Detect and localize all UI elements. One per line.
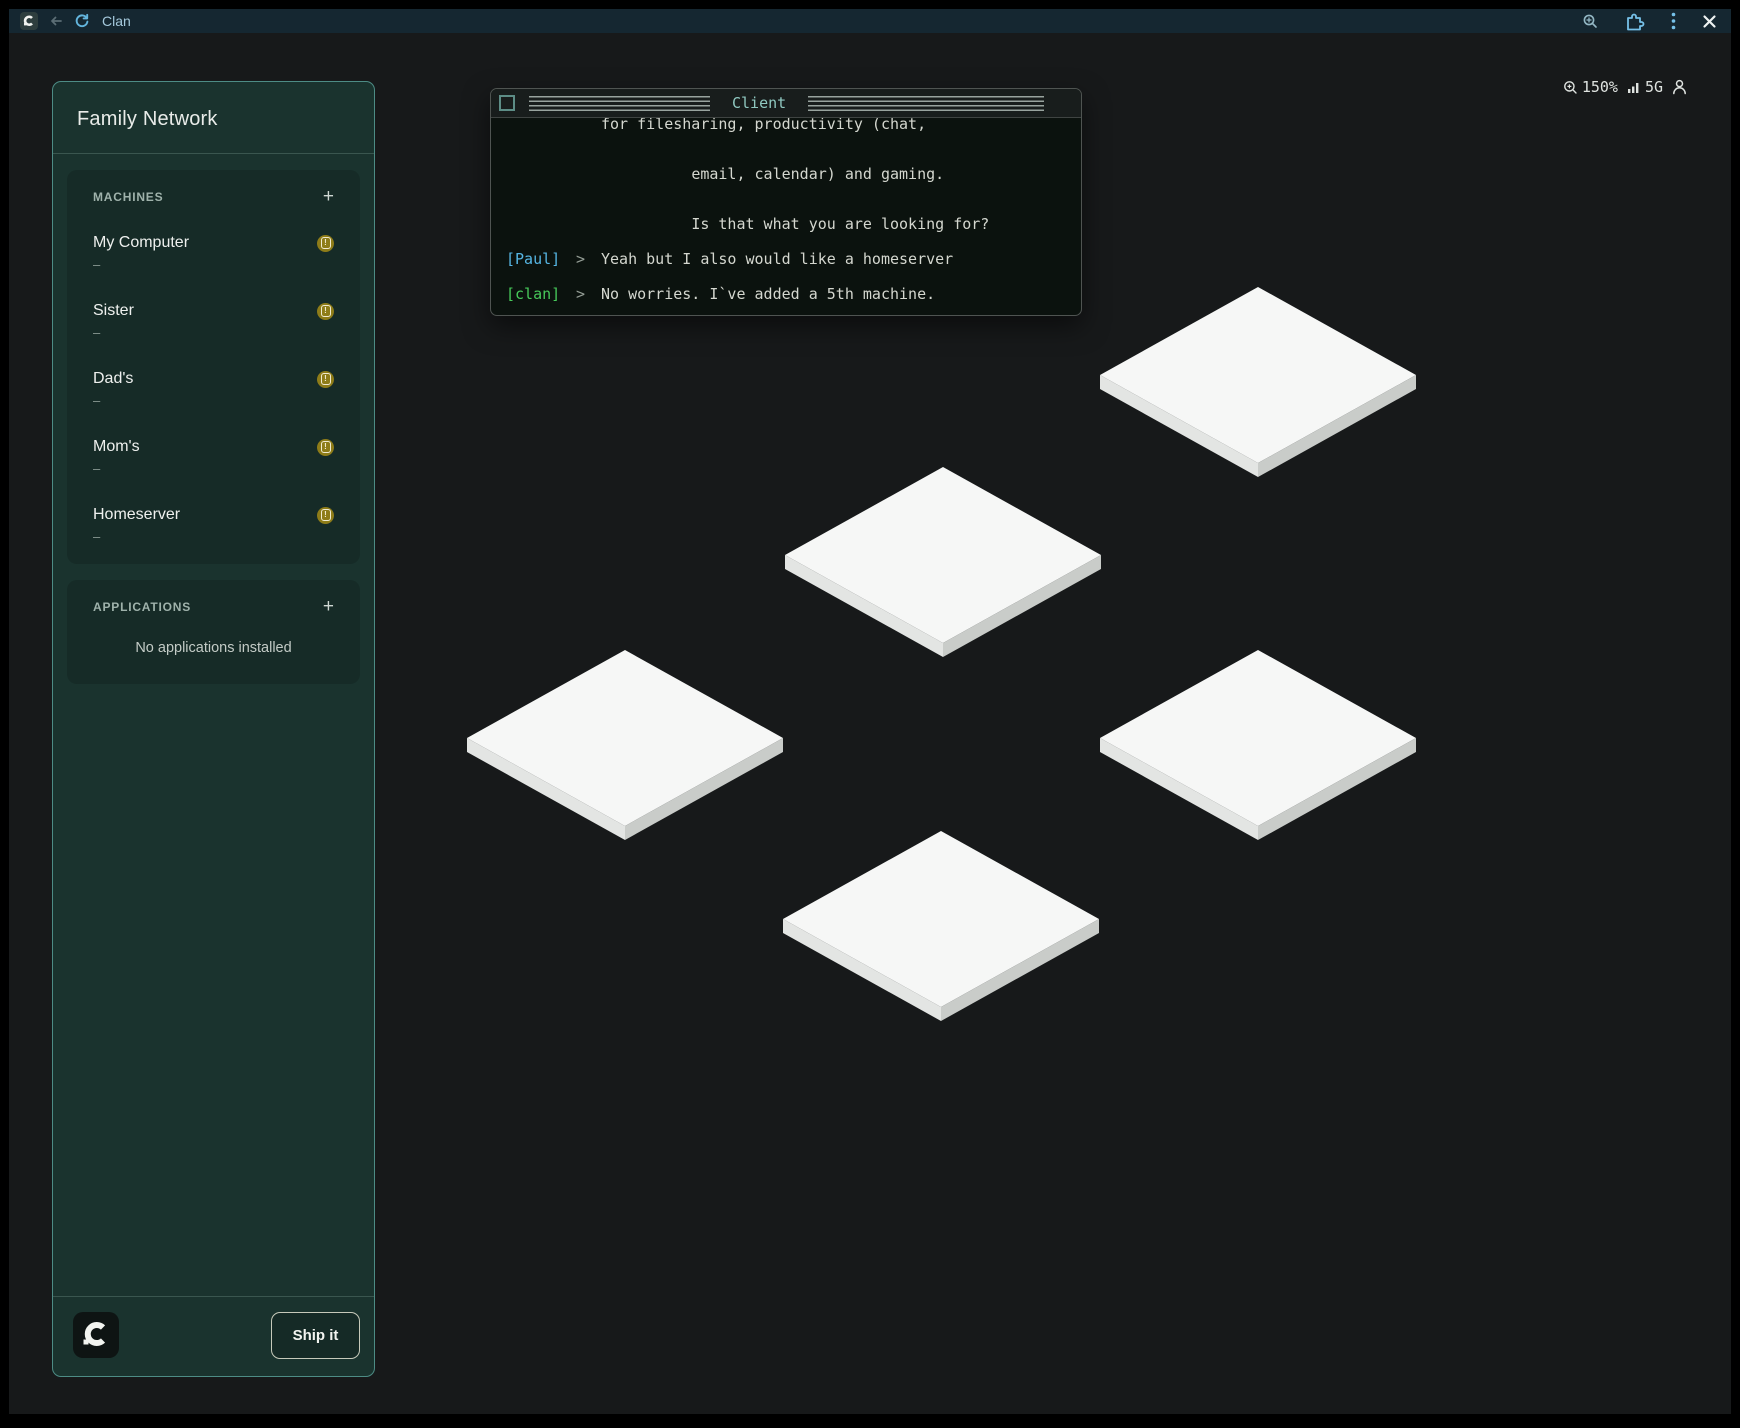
add-machine-button[interactable]: + [323, 190, 334, 204]
machines-panel: MACHINES + My Computer ! – Sister ! – [67, 170, 360, 564]
client-window-title: Client [732, 94, 786, 112]
chat-separator: > [560, 282, 601, 315]
chat-speaker-paul: [Paul] [506, 247, 560, 272]
chat-separator: > [560, 247, 601, 272]
chat-message: for filesharing, productivity (chat, ema… [506, 118, 1071, 237]
page-title: Clan [102, 13, 131, 29]
clan-logo-icon [73, 1312, 119, 1358]
applications-empty-text: No applications installed [93, 640, 334, 656]
browser-toolbar: Clan [9, 9, 1731, 33]
applications-header: APPLICATIONS [93, 600, 191, 614]
machine-warning-icon: ! [317, 235, 334, 252]
clan-favicon-icon [20, 12, 38, 30]
machine-status: – [93, 461, 334, 476]
client-titlebar[interactable]: Client [491, 89, 1081, 118]
applications-panel: APPLICATIONS + No applications installed [67, 580, 360, 684]
machine-name: Mom's [93, 438, 140, 456]
sidebar: Family Network MACHINES + My Computer ! … [52, 81, 375, 1377]
chat-message: [Paul] > Yeah but I also would like a ho… [506, 247, 1071, 272]
sidebar-footer: Ship it [53, 1296, 374, 1376]
machine-item[interactable]: Mom's ! – [93, 438, 334, 476]
machine-item[interactable]: Homeserver ! – [93, 506, 334, 544]
user-icon [1672, 79, 1687, 95]
machine-warning-icon: ! [317, 303, 334, 320]
machine-tile[interactable] [1100, 287, 1416, 479]
machine-tile[interactable] [785, 467, 1101, 659]
machine-item[interactable]: Sister ! – [93, 302, 334, 340]
machine-status: – [93, 325, 334, 340]
machine-status: – [93, 393, 334, 408]
back-icon[interactable] [48, 13, 64, 29]
machine-name: Dad's [93, 370, 133, 388]
add-application-button[interactable]: + [323, 600, 334, 614]
machine-name: My Computer [93, 234, 189, 252]
machine-name: Homeserver [93, 506, 180, 524]
chat-separator [560, 118, 601, 237]
client-window: Client for filesharing, productivity (ch… [490, 88, 1082, 316]
machines-header: MACHINES [93, 190, 163, 204]
signal-strength-icon [1627, 80, 1641, 94]
menu-kebab-icon[interactable] [1671, 12, 1676, 30]
status-overlay: 150% 5G [1563, 78, 1687, 96]
chat-text: Yeah but I also would like a homeserver [601, 247, 1071, 272]
chat-log[interactable]: for filesharing, productivity (chat, ema… [491, 118, 1081, 315]
machine-tile[interactable] [1100, 650, 1416, 842]
client-close-box-icon[interactable] [499, 95, 515, 111]
divider [53, 153, 374, 154]
chat-text: for filesharing, productivity (chat, ema… [601, 118, 1071, 237]
network-type-value: 5G [1645, 78, 1663, 96]
machine-name: Sister [93, 302, 134, 320]
ship-it-button[interactable]: Ship it [271, 1312, 360, 1359]
chat-text: No worries. I`ve added a 5th machine. Sh… [601, 282, 1071, 315]
chat-message: [clan] > No worries. I`ve added a 5th ma… [506, 282, 1071, 315]
refresh-icon[interactable] [74, 13, 90, 29]
titlebar-stripes [529, 96, 710, 111]
titlebar-stripes [808, 96, 1044, 111]
app-window: Clan [9, 9, 1731, 1414]
machine-tile[interactable] [783, 831, 1099, 1023]
machine-warning-icon: ! [317, 439, 334, 456]
machine-tile[interactable] [467, 650, 783, 842]
zoom-level-icon [1563, 80, 1578, 95]
close-window-icon[interactable] [1702, 14, 1717, 29]
machine-item[interactable]: Dad's ! – [93, 370, 334, 408]
zoom-level-value: 150% [1582, 78, 1618, 96]
machine-status: – [93, 529, 334, 544]
machine-warning-icon: ! [317, 371, 334, 388]
chat-speaker-clan: [clan] [506, 282, 560, 315]
chat-speaker [506, 118, 560, 237]
machine-item[interactable]: My Computer ! – [93, 234, 334, 272]
machine-warning-icon: ! [317, 507, 334, 524]
zoom-button-icon[interactable] [1582, 13, 1599, 30]
sidebar-title: Family Network [53, 82, 374, 153]
machine-status: – [93, 257, 334, 272]
extensions-icon[interactable] [1625, 12, 1645, 31]
